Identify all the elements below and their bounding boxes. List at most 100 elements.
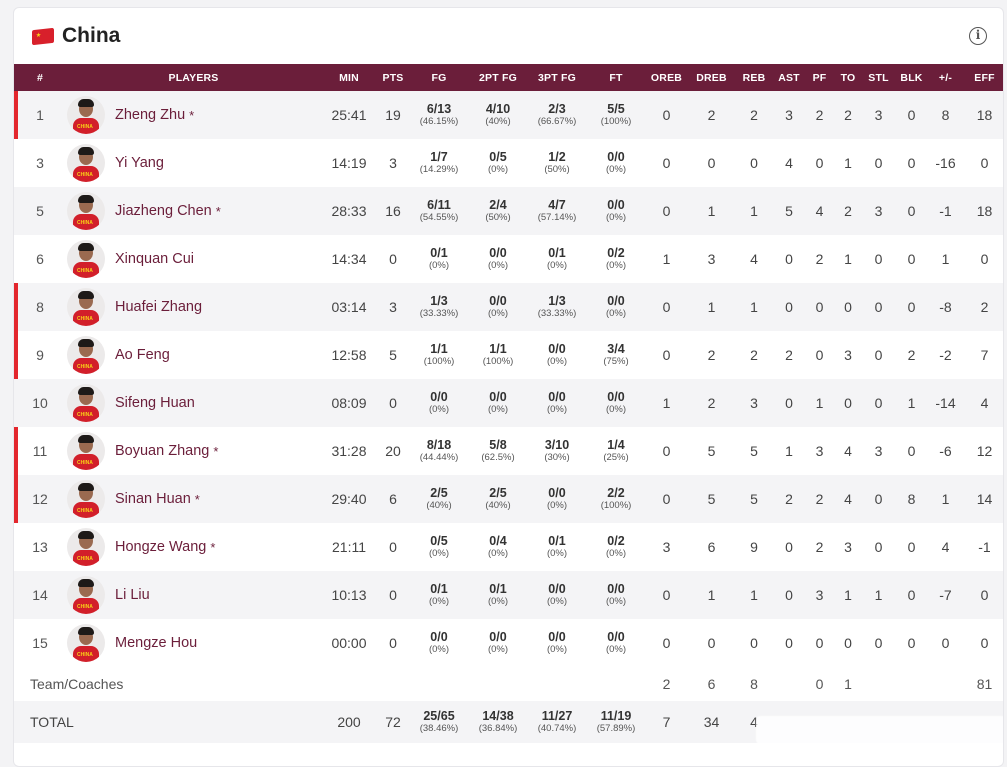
stat-ast: 0 bbox=[785, 587, 793, 603]
starter-asterisk: * bbox=[215, 203, 221, 219]
column-header: FG bbox=[431, 71, 447, 84]
stat-dreb: 6 bbox=[707, 539, 716, 555]
jersey-number: 3 bbox=[36, 155, 44, 171]
stat-eff: 81 bbox=[976, 676, 993, 692]
player-name-link[interactable]: Sifeng Huan bbox=[115, 395, 195, 411]
table-row[interactable]: 6 CHINA Xinquan Cui 14:34 0 0/1 (0%) 0/0 (0%) 0/1… bbox=[14, 235, 1003, 283]
player-avatar: CHINA bbox=[67, 144, 105, 182]
player-name-link[interactable]: Xinquan Cui bbox=[115, 251, 194, 267]
stat-stl: 0 bbox=[874, 155, 883, 171]
player-name-link[interactable]: Hongze Wang bbox=[115, 539, 206, 555]
table-row[interactable]: 9 CHINA Ao Feng 12:58 5 1/1 (100%) 1/1 (100%) 0/0… bbox=[14, 331, 1003, 379]
stat-blk: 2 bbox=[907, 347, 916, 363]
field-goals: 0/1 (0%) bbox=[409, 571, 469, 619]
player-name-link[interactable]: Li Liu bbox=[115, 587, 150, 603]
two-pointers-made: 0/4 bbox=[489, 534, 507, 549]
info-icon[interactable]: i bbox=[969, 27, 987, 45]
field-goals-made: 6/13 bbox=[426, 102, 452, 117]
stat-to: 3 bbox=[844, 347, 852, 363]
table-row[interactable]: 3 CHINA Yi Yang 14:19 3 1/7 (14.29%) 0/5 (0%) 1/2… bbox=[14, 139, 1003, 187]
table-row[interactable]: 13 CHINA Hongze Wang * 21:11 0 0/5 (0%) 0/4 (0%) 0… bbox=[14, 523, 1003, 571]
player-cell: CHINA Boyuan Zhang * bbox=[66, 427, 321, 475]
free-throws: 11/19 (57.89%) bbox=[587, 701, 645, 743]
two-pointers-pct: (40%) bbox=[485, 499, 511, 511]
table-row[interactable]: 5 CHINA Jiazheng Chen * 28:33 16 6/11 (54.55%) 2… bbox=[14, 187, 1003, 235]
total-label: TOTAL bbox=[30, 714, 74, 730]
column-header: 2PT FG bbox=[479, 71, 517, 84]
player-name-link[interactable]: Ao Feng bbox=[115, 347, 170, 363]
points: 0 bbox=[389, 635, 397, 651]
free-throws-made: 0/0 bbox=[607, 582, 625, 597]
field-goals-made: 0/1 bbox=[430, 582, 448, 597]
table-header-row: # PLAYERS MIN PTS FG 2PT FG 3PT FG FT OREB DREB RE… bbox=[14, 64, 1003, 91]
two-pointers-made: 0/0 bbox=[489, 390, 507, 405]
stat-oreb: 1 bbox=[662, 251, 671, 267]
stat-stl: 0 bbox=[874, 299, 883, 315]
table-row[interactable]: 8 CHINA Huafei Zhang 03:14 3 1/3 (33.33%) 0/0 (0… bbox=[14, 283, 1003, 331]
field-goals-made: 0/1 bbox=[430, 246, 448, 261]
points: 20 bbox=[385, 443, 401, 459]
stat-pf: 3 bbox=[815, 587, 824, 603]
three-pointers: 0/0 (0%) bbox=[527, 619, 587, 667]
player-name-link[interactable]: Boyuan Zhang bbox=[115, 443, 209, 459]
jersey-number: 8 bbox=[14, 283, 66, 331]
stat-stl: 3 bbox=[874, 203, 883, 219]
field-goals-pct: (0%) bbox=[428, 403, 450, 415]
stat-eff: 0 bbox=[980, 635, 989, 651]
field-goals: 0/0 (0%) bbox=[409, 619, 469, 667]
stat-blk: 0 bbox=[907, 539, 916, 555]
field-goals-pct: (0%) bbox=[428, 259, 450, 271]
table-row[interactable]: 14 CHINA Li Liu 10:13 0 0/1 (0%) 0/1 (0%) 0/0 (0%)… bbox=[14, 571, 1003, 619]
two-pointers-pct: (0%) bbox=[487, 547, 509, 559]
two-pointers-made: 0/0 bbox=[489, 246, 507, 261]
player-name-link[interactable]: Zheng Zhu bbox=[115, 107, 185, 123]
free-throws: 2/2 (100%) bbox=[587, 475, 645, 523]
player-cell: CHINA Ao Feng bbox=[66, 331, 321, 379]
table-row[interactable]: 1 CHINA Zheng Zhu * 25:41 19 6/13 (46.15%) 4/10(… bbox=[14, 91, 1003, 139]
stat-eff: 18 bbox=[976, 107, 993, 123]
free-throws-made: 0/0 bbox=[607, 150, 625, 165]
free-throws-pct: (0%) bbox=[605, 259, 627, 271]
three-pointers: 11/27 (40.74%) bbox=[527, 701, 587, 743]
stat-ast: 3 bbox=[785, 107, 793, 123]
stat-to: 1 bbox=[844, 251, 852, 267]
field-goals-pct: (38.46%) bbox=[419, 722, 459, 734]
player-cell: CHINA Sifeng Huan bbox=[66, 379, 321, 427]
free-throws-made: 0/2 bbox=[607, 246, 625, 261]
stat-dreb: 1 bbox=[707, 203, 716, 219]
free-throws: 0/2 (0%) bbox=[587, 235, 645, 283]
table-row[interactable]: 15 CHINA Mengze Hou 00:00 0 0/0 (0%) 0/0 (0%) 0/0… bbox=[14, 619, 1003, 667]
player-avatar: CHINA bbox=[67, 432, 105, 470]
field-goals: 1/3 (33.33%) bbox=[409, 283, 469, 331]
two-pointers-made: 0/0 bbox=[489, 294, 507, 309]
column-header: # bbox=[36, 71, 44, 84]
points: 0 bbox=[389, 587, 397, 603]
table-row[interactable]: 10 CHINA Sifeng Huan 08:09 0 0/0 (0%) 0/0 (0%) 0/… bbox=[14, 379, 1003, 427]
stat-pm: -6 bbox=[939, 443, 952, 459]
player-cell: CHINA Jiazheng Chen * bbox=[66, 187, 321, 235]
stat-oreb: 1 bbox=[662, 395, 671, 411]
player-cell: CHINA Zheng Zhu * bbox=[66, 91, 321, 139]
table-row[interactable]: 12 CHINA Sinan Huan * 29:40 6 2/5 (40%) 2/5 (40%)… bbox=[14, 475, 1003, 523]
player-name-link[interactable]: Sinan Huan bbox=[115, 491, 191, 507]
three-pointers: 1/3 (33.33%) bbox=[527, 283, 587, 331]
three-pointers-pct: (30%) bbox=[544, 451, 570, 463]
stat-ast: 0 bbox=[785, 251, 793, 267]
jersey-number: 14 bbox=[32, 587, 48, 603]
player-name-link[interactable]: Huafei Zhang bbox=[115, 299, 202, 315]
player-avatar: CHINA bbox=[67, 192, 105, 230]
stat-to: 4 bbox=[844, 443, 852, 459]
stat-pf: 0 bbox=[815, 347, 824, 363]
two-pointers-pct: (62.5%) bbox=[481, 451, 515, 463]
three-pointers-made: 0/1 bbox=[548, 534, 566, 549]
stat-blk: 1 bbox=[907, 395, 916, 411]
stat-stl: 0 bbox=[874, 251, 883, 267]
player-name-link[interactable]: Jiazheng Chen bbox=[115, 203, 212, 219]
three-pointers-pct: (40.74%) bbox=[537, 722, 577, 734]
two-pointers-pct: (50%) bbox=[485, 211, 511, 223]
player-cell: CHINA Yi Yang bbox=[66, 139, 321, 187]
table-row[interactable]: 11 CHINA Boyuan Zhang * 31:28 20 8/18 (44.44%) 5… bbox=[14, 427, 1003, 475]
two-pointers-pct: (100%) bbox=[482, 355, 514, 367]
player-name-link[interactable]: Mengze Hou bbox=[115, 635, 197, 651]
player-name-link[interactable]: Yi Yang bbox=[115, 155, 164, 171]
